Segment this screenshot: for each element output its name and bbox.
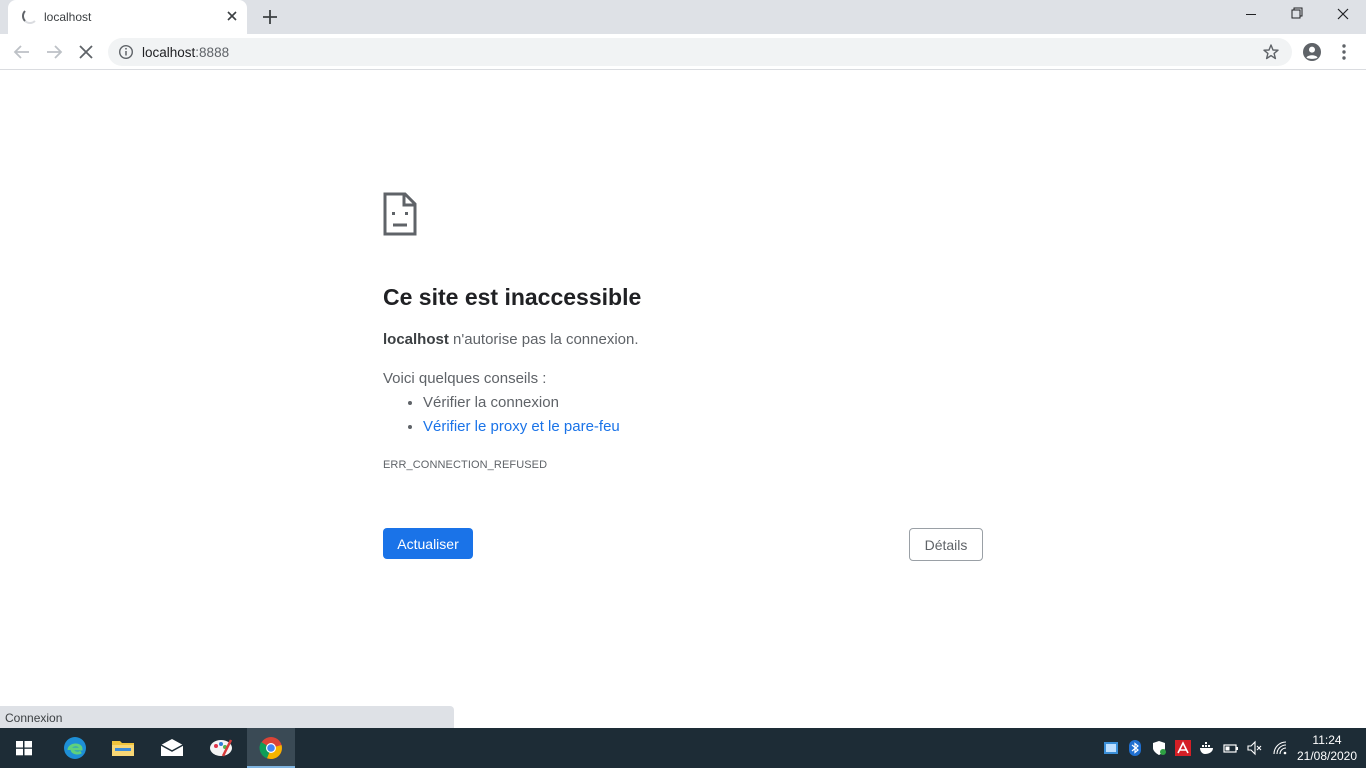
edge-icon xyxy=(64,737,86,759)
tips-list: Vérifier la connexion Vérifier le proxy … xyxy=(423,394,620,442)
forward-icon[interactable] xyxy=(43,41,65,63)
taskbar-mail[interactable] xyxy=(148,728,196,768)
url-port: :8888 xyxy=(195,45,230,60)
error-message: n'autorise pas la connexion. xyxy=(448,331,639,348)
windows-taskbar: 11:24 21/08/2020 xyxy=(0,728,1366,768)
error-code: ERR_CONNECTION_REFUSED xyxy=(383,459,548,471)
clock-time: 11:24 xyxy=(1312,733,1342,747)
stop-loading-icon[interactable] xyxy=(75,41,97,63)
error-host: localhost xyxy=(383,331,449,348)
bluetooth-icon[interactable] xyxy=(1127,740,1143,756)
bookmark-star-icon[interactable] xyxy=(1262,43,1280,61)
start-button[interactable] xyxy=(0,728,48,768)
profile-avatar-icon[interactable] xyxy=(1301,41,1323,63)
paint-icon xyxy=(210,739,233,757)
tab-strip: localhost xyxy=(0,0,1366,34)
taskbar-chrome[interactable] xyxy=(247,728,295,768)
wifi-icon[interactable] xyxy=(1272,740,1288,756)
taskbar-paint[interactable] xyxy=(197,728,245,768)
tips-title: Voici quelques conseils : xyxy=(383,370,547,387)
menu-dots-icon[interactable] xyxy=(1333,41,1355,63)
restore-icon[interactable] xyxy=(1274,0,1320,30)
close-window-icon[interactable] xyxy=(1320,0,1366,30)
sad-document-icon xyxy=(383,192,417,236)
taskbar-file-explorer[interactable] xyxy=(99,728,147,768)
folder-icon xyxy=(112,741,134,756)
clock[interactable]: 11:24 21/08/2020 xyxy=(1294,732,1360,764)
chrome-icon xyxy=(259,737,282,760)
battery-icon[interactable] xyxy=(1223,740,1239,756)
back-icon[interactable] xyxy=(11,41,33,63)
url-host: localhost xyxy=(142,45,196,60)
volume-muted-icon[interactable] xyxy=(1247,740,1263,756)
clock-date: 21/08/2020 xyxy=(1296,749,1358,763)
url-text[interactable]: localhost:8888 xyxy=(142,45,229,60)
reload-button[interactable]: Actualiser xyxy=(383,528,473,559)
browser-tab[interactable]: localhost xyxy=(8,0,247,34)
minimize-icon[interactable] xyxy=(1228,0,1274,30)
new-tab-icon[interactable] xyxy=(260,7,280,27)
tab-close-icon[interactable] xyxy=(224,8,240,24)
taskbar-edge[interactable] xyxy=(51,728,99,768)
mail-icon xyxy=(160,739,184,756)
site-info-icon[interactable] xyxy=(118,44,134,60)
antivirus-icon[interactable] xyxy=(1175,740,1191,756)
tab-title: localhost xyxy=(44,10,92,24)
error-description: localhost n'autorise pas la connexion. xyxy=(383,331,639,348)
status-text: Connexion xyxy=(5,711,63,725)
details-button[interactable]: Détails xyxy=(909,528,983,561)
loading-spinner-icon xyxy=(22,8,38,24)
tip-check-connection: Vérifier la connexion xyxy=(423,394,620,418)
browser-toolbar: localhost:8888 xyxy=(0,34,1366,70)
docker-icon[interactable] xyxy=(1199,740,1215,756)
address-bar[interactable]: localhost:8888 xyxy=(108,38,1292,66)
tip-check-proxy-link[interactable]: Vérifier le proxy et le pare-feu xyxy=(423,418,620,442)
status-bubble: Connexion xyxy=(0,706,454,728)
windows-logo-icon xyxy=(16,741,32,756)
defender-shield-icon[interactable] xyxy=(1151,740,1167,756)
page-title: Ce site est inaccessible xyxy=(383,284,642,310)
network-app-icon[interactable] xyxy=(1103,740,1119,756)
